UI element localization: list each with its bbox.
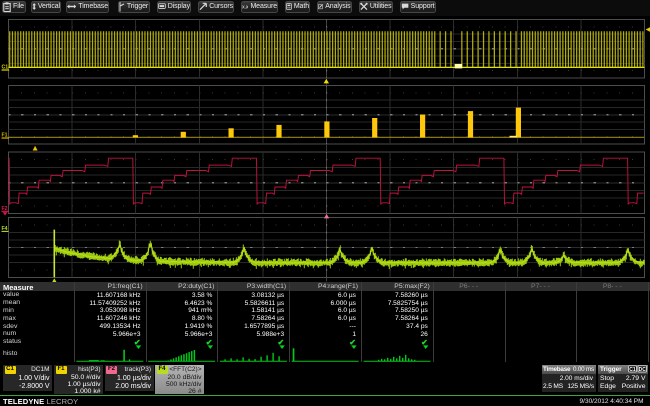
svg-text:DC: DC <box>639 367 647 373</box>
svg-text:C1: C1 <box>629 367 636 373</box>
svg-text:X.X: X.X <box>242 4 248 9</box>
